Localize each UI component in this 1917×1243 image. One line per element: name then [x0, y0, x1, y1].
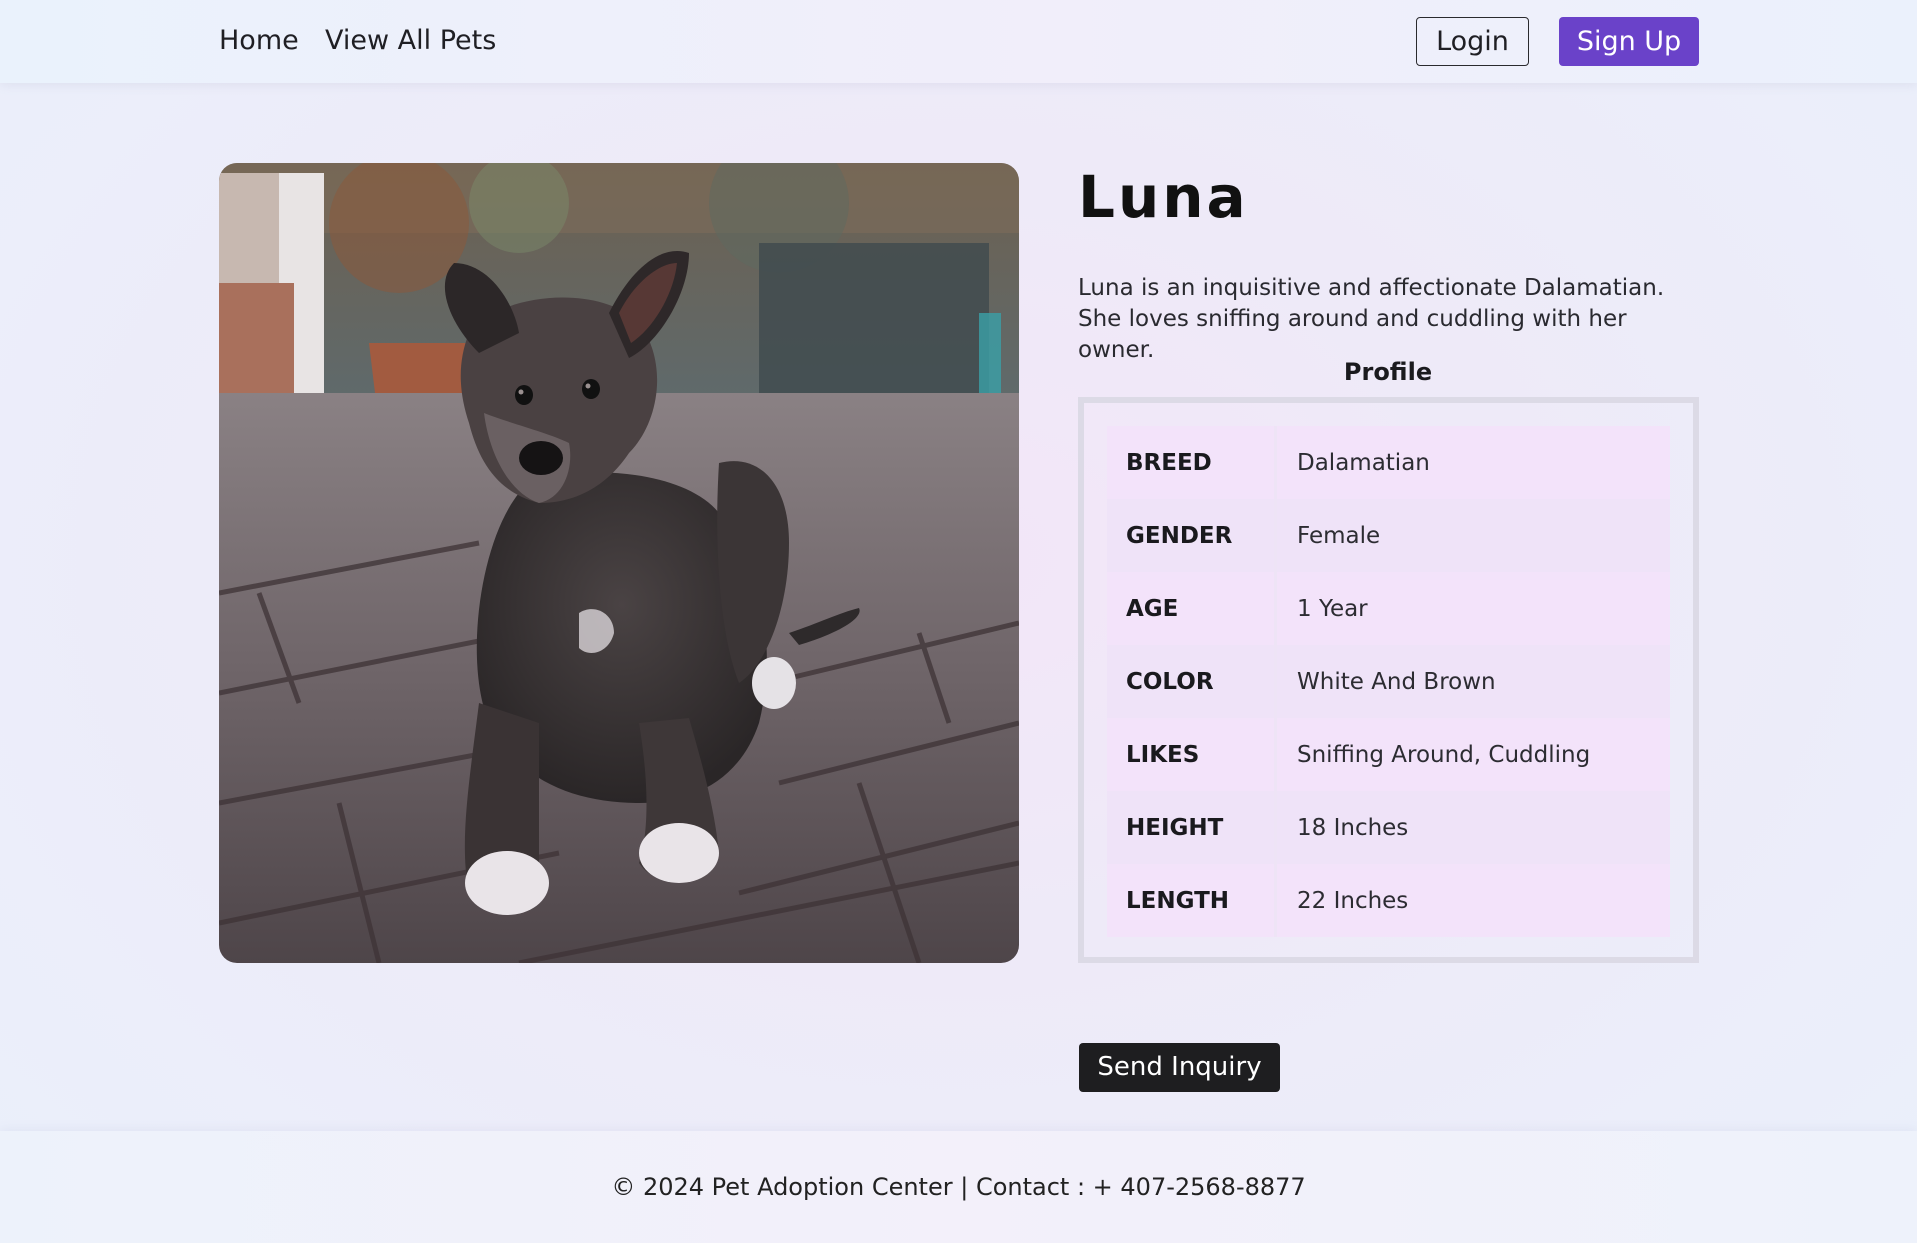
profile-value: 1 Year: [1277, 572, 1670, 645]
profile-heading: Profile: [1343, 358, 1433, 386]
profile-value: Dalamatian: [1277, 426, 1670, 499]
profile-key: LENGTH: [1107, 864, 1277, 937]
profile-value: Sniffing Around, Cuddling: [1277, 718, 1670, 791]
pet-description: Luna is an inquisitive and affectionate …: [1078, 275, 1665, 363]
profile-row-age: AGE 1 Year: [1107, 572, 1670, 645]
profile-value: White And Brown: [1277, 645, 1670, 718]
profile-key: COLOR: [1107, 645, 1277, 718]
profile-key: LIKES: [1107, 718, 1277, 791]
profile-row-height: HEIGHT 18 Inches: [1107, 791, 1670, 864]
profile-key: AGE: [1107, 572, 1277, 645]
profile-row-gender: GENDER Female: [1107, 499, 1670, 572]
nav-home-link[interactable]: Home: [219, 21, 299, 61]
profile-key: BREED: [1107, 426, 1277, 499]
login-button[interactable]: Login: [1416, 17, 1529, 66]
profile-table: BREED Dalamatian GENDER Female AGE 1 Yea…: [1107, 426, 1670, 937]
profile-row-breed: BREED Dalamatian: [1107, 426, 1670, 499]
nav-view-all-pets-link[interactable]: View All Pets: [325, 21, 496, 61]
profile-row-color: COLOR White And Brown: [1107, 645, 1670, 718]
profile-key: HEIGHT: [1107, 791, 1277, 864]
send-inquiry-button[interactable]: Send Inquiry: [1079, 1043, 1280, 1092]
pet-photo: [219, 163, 1019, 963]
sign-up-button[interactable]: Sign Up: [1559, 17, 1699, 66]
top-nav: Home View All Pets Login Sign Up: [0, 0, 1917, 83]
profile-value: 18 Inches: [1277, 791, 1670, 864]
footer-text: © 2024 Pet Adoption Center | Contact : +…: [611, 1173, 1306, 1201]
footer: © 2024 Pet Adoption Center | Contact : +…: [0, 1131, 1917, 1243]
profile-value: 22 Inches: [1277, 864, 1670, 937]
profile-card: BREED Dalamatian GENDER Female AGE 1 Yea…: [1078, 397, 1699, 963]
profile-key: GENDER: [1107, 499, 1277, 572]
pet-name: Luna: [1078, 163, 1249, 231]
profile-row-likes: LIKES Sniffing Around, Cuddling: [1107, 718, 1670, 791]
profile-row-length: LENGTH 22 Inches: [1107, 864, 1670, 937]
profile-value: Female: [1277, 499, 1670, 572]
